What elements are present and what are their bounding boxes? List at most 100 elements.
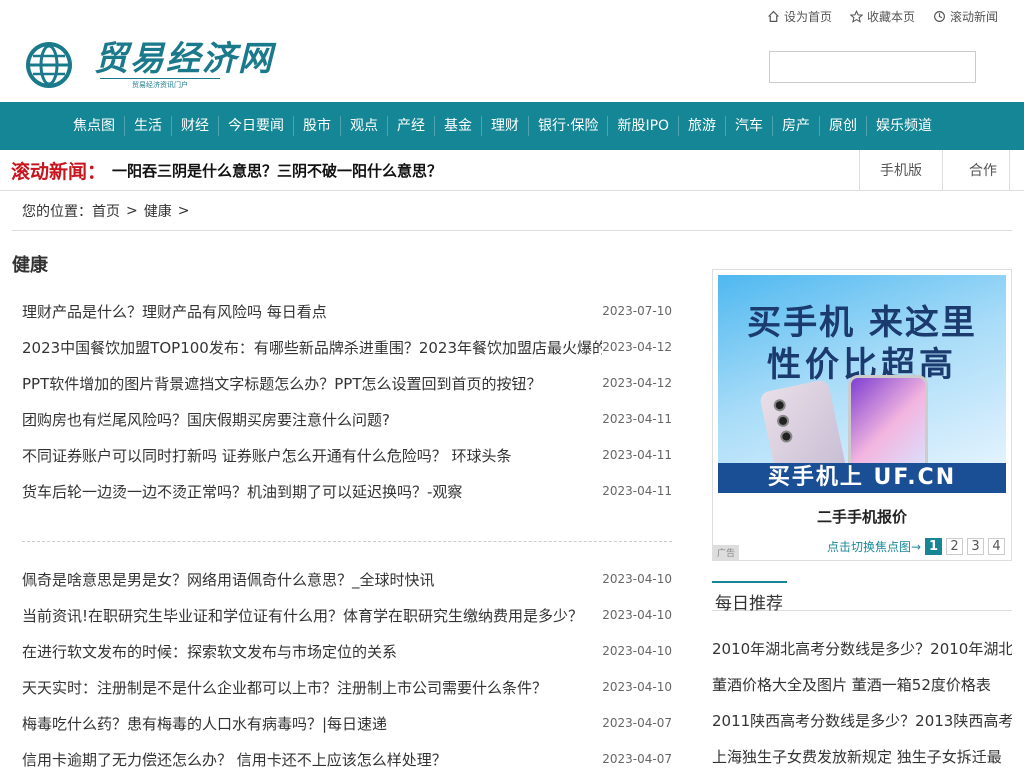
nav-item-ipo[interactable]: 新股IPO [608, 116, 680, 136]
slide-switcher: 点击切换焦点图→ 1 2 3 4 [827, 538, 1005, 555]
list-item: 货车后轮一边烫一边不烫正常吗？机油到期了可以延迟换吗？-观察 2023-04-11 [22, 473, 672, 509]
daily-recommend-title: 每日推荐 [712, 581, 787, 614]
bookmark-link[interactable]: 收藏本页 [849, 8, 915, 25]
breadcrumb-home[interactable]: 首页 [92, 201, 120, 221]
article-date: 2023-04-11 [602, 484, 672, 498]
article-link[interactable]: 理财产品是什么？理财产品有风险吗 每日看点 [22, 301, 327, 322]
set-homepage-label: 设为首页 [783, 10, 832, 24]
logo-title: 贸易经济网 [94, 39, 274, 79]
scroll-news-label: 滚动新闻： [11, 160, 107, 183]
article-link[interactable]: PPT软件增加的图片背景遮挡文字标题怎么办？PPT怎么设置回到首页的按钮？ [22, 373, 542, 394]
nav-item-wealth[interactable]: 理财 [482, 116, 529, 136]
list-divider [22, 541, 672, 542]
article-link[interactable]: 2023中国餐饮加盟TOP100发布：有哪些新品牌杀进重围？2023年餐饮加盟店… [22, 337, 602, 358]
nav-item-life[interactable]: 生活 [125, 116, 172, 136]
article-date: 2023-04-07 [602, 716, 672, 730]
nav-item-focus[interactable]: 焦点图 [64, 116, 125, 136]
article-date: 2023-04-12 [602, 376, 672, 390]
top-bar: 设为首页 收藏本页 滚动新闻 [0, 0, 1024, 32]
recommend-item[interactable]: 2011陕西高考分数线是多少？2013陕西高考 [712, 703, 1012, 739]
article-link[interactable]: 天天实时：注册制是不是什么企业都可以上市？注册制上市公司需要什么条件？ [22, 677, 547, 698]
list-item: 当前资讯!在职研究生毕业证和学位证有什么用？体育学在职研究生缴纳费用是多少？ 20… [22, 597, 672, 633]
slide-page-button[interactable]: 4 [988, 538, 1005, 555]
logo-subtitle: 贸易经济资讯门户 [100, 78, 220, 90]
scroll-news-label: 滚动新闻 [949, 10, 998, 24]
article-date: 2023-07-10 [602, 304, 672, 318]
mobile-version-link[interactable]: 手机版 [859, 150, 942, 190]
scroll-news-headline[interactable]: 一阳吞三阴是什么意思？三阴不破一阳什么意思？ [112, 160, 442, 181]
ad-banner: 买手机上 UF.CN [718, 463, 1006, 493]
breadcrumb-prefix: 您的位置： [22, 203, 92, 220]
recommend-item[interactable]: 董酒价格大全及图片 董酒一箱52度价格表 [712, 667, 1012, 703]
nav-item-original[interactable]: 原创 [820, 116, 868, 136]
breadcrumb: 您的位置： 首页 > 健康 > [12, 191, 1012, 231]
list-item: 天天实时：注册制是不是什么企业都可以上市？注册制上市公司需要什么条件？ 2023-… [22, 669, 672, 705]
nav-item-stocks[interactable]: 股市 [294, 116, 341, 136]
daily-recommend-list: 2010年湖北高考分数线是多少？2010年湖北 董酒价格大全及图片 董酒一箱52… [712, 631, 1012, 768]
slide-page-button[interactable]: 2 [946, 538, 963, 555]
list-item: 佩奇是啥意思是男是女？网络用语佩奇什么意思？_全球时快讯 2023-04-10 [22, 561, 672, 597]
article-date: 2023-04-07 [602, 752, 672, 766]
article-link[interactable]: 团购房也有烂尾风险吗？国庆假期买房要注意什么问题? [22, 409, 390, 430]
set-homepage-link[interactable]: 设为首页 [767, 8, 832, 25]
bookmark-label: 收藏本页 [866, 10, 915, 24]
recommend-item[interactable]: 上海独生子女费发放新规定 独生子女拆迁最 [712, 739, 1012, 768]
list-item: 理财产品是什么？理财产品有风险吗 每日看点 2023-07-10 [22, 293, 672, 329]
slide-page-button[interactable]: 3 [967, 538, 984, 555]
list-item: 团购房也有烂尾风险吗？国庆假期买房要注意什么问题? 2023-04-11 [22, 401, 672, 437]
ad-caption[interactable]: 二手手机报价 [713, 506, 1011, 527]
main-nav: 焦点图 生活 财经 今日要闻 股市 观点 产经 基金 理财 银行·保险 新股IP… [0, 102, 1024, 150]
breadcrumb-separator: > [126, 202, 138, 219]
header: 贸易经济网 贸易经济资讯门户 [0, 32, 1024, 102]
article-date: 2023-04-10 [602, 680, 672, 694]
breadcrumb-separator: > [177, 202, 190, 219]
top-links: 设为首页 收藏本页 滚动新闻 [767, 8, 998, 25]
list-item: 2023中国餐饮加盟TOP100发布：有哪些新品牌杀进重围？2023年餐饮加盟店… [22, 329, 672, 365]
article-link[interactable]: 不同证券账户可以同时打新吗 证券账户怎么开通有什么危险吗？ 环球头条 [22, 445, 512, 466]
list-item: 不同证券账户可以同时打新吗 证券账户怎么开通有什么危险吗？ 环球头条 2023-0… [22, 437, 672, 473]
article-date: 2023-04-10 [602, 644, 672, 658]
list-item: PPT软件增加的图片背景遮挡文字标题怎么办？PPT怎么设置回到首页的按钮？ 202… [22, 365, 672, 401]
article-date: 2023-04-11 [602, 412, 672, 426]
article-link[interactable]: 佩奇是啥意思是男是女？网络用语佩奇什么意思？_全球时快讯 [22, 569, 435, 590]
ad-image[interactable]: 买手机 来这里 性价比超高 买手机上 UF.CN [718, 275, 1006, 493]
scroll-news-link[interactable]: 滚动新闻 [933, 8, 998, 25]
article-link[interactable]: 当前资讯!在职研究生毕业证和学位证有什么用？体育学在职研究生缴纳费用是多少？ [22, 605, 583, 626]
slide-page-button[interactable]: 1 [925, 538, 942, 555]
nav-item-auto[interactable]: 汽车 [726, 116, 774, 136]
article-date: 2023-04-10 [602, 608, 672, 622]
cooperate-link[interactable]: 合作 [942, 150, 1010, 190]
nav-item-realestate[interactable]: 房产 [773, 116, 821, 136]
search-input[interactable] [769, 51, 976, 83]
article-date: 2023-04-11 [602, 448, 672, 462]
focus-ad-box: 买手机 来这里 性价比超高 买手机上 UF.CN 二手手机报价 点击切换焦点图→… [712, 269, 1012, 561]
article-list: 理财产品是什么？理财产品有风险吗 每日看点 2023-07-10 2023中国餐饮… [22, 293, 672, 509]
article-link[interactable]: 货车后轮一边烫一边不烫正常吗？机油到期了可以延迟换吗？-观察 [22, 481, 462, 502]
list-item: 信用卡逾期了无力偿还怎么办？ 信用卡还不上应该怎么样处理？ 2023-04-07 [22, 741, 672, 768]
scroll-news-bar: 滚动新闻： 一阳吞三阴是什么意思？三阴不破一阳什么意思？ 手机版 合作 [0, 150, 1024, 191]
nav-item-entertainment[interactable]: 娱乐频道 [867, 116, 941, 136]
article-link[interactable]: 在进行软文发布的时候：探索软文发布与市场定位的关系 [22, 641, 397, 662]
article-date: 2023-04-10 [602, 572, 672, 586]
nav-item-bank-insurance[interactable]: 银行·保险 [529, 116, 609, 136]
nav-item-funds[interactable]: 基金 [435, 116, 482, 136]
article-link[interactable]: 梅毒吃什么药？患有梅毒的人口水有病毒吗？|每日速递 [22, 713, 387, 734]
home-icon [768, 10, 779, 22]
nav-item-today-news[interactable]: 今日要闻 [219, 116, 294, 136]
nav-item-industry[interactable]: 产经 [388, 116, 435, 136]
switch-label: 点击切换焦点图→ [826, 540, 921, 554]
breadcrumb-current[interactable]: 健康 [144, 201, 172, 221]
list-item: 在进行软文发布的时候：探索软文发布与市场定位的关系 2023-04-10 [22, 633, 672, 669]
nav-item-finance[interactable]: 财经 [172, 116, 219, 136]
list-item: 梅毒吃什么药？患有梅毒的人口水有病毒吗？|每日速递 2023-04-07 [22, 705, 672, 741]
nav-item-opinion[interactable]: 观点 [341, 116, 388, 136]
article-date: 2023-04-12 [602, 340, 672, 354]
recommend-item[interactable]: 2010年湖北高考分数线是多少？2010年湖北 [712, 631, 1012, 667]
article-list: 佩奇是啥意思是男是女？网络用语佩奇什么意思？_全球时快讯 2023-04-10 当… [22, 561, 672, 768]
site-logo[interactable]: 贸易经济网 贸易经济资讯门户 [24, 40, 274, 90]
refresh-icon [934, 11, 945, 22]
article-link[interactable]: 信用卡逾期了无力偿还怎么办？ 信用卡还不上应该怎么样处理？ [22, 749, 447, 768]
nav-item-travel[interactable]: 旅游 [679, 116, 727, 136]
ad-tag: 广告 [713, 545, 740, 560]
category-title: 健康 [12, 255, 48, 276]
